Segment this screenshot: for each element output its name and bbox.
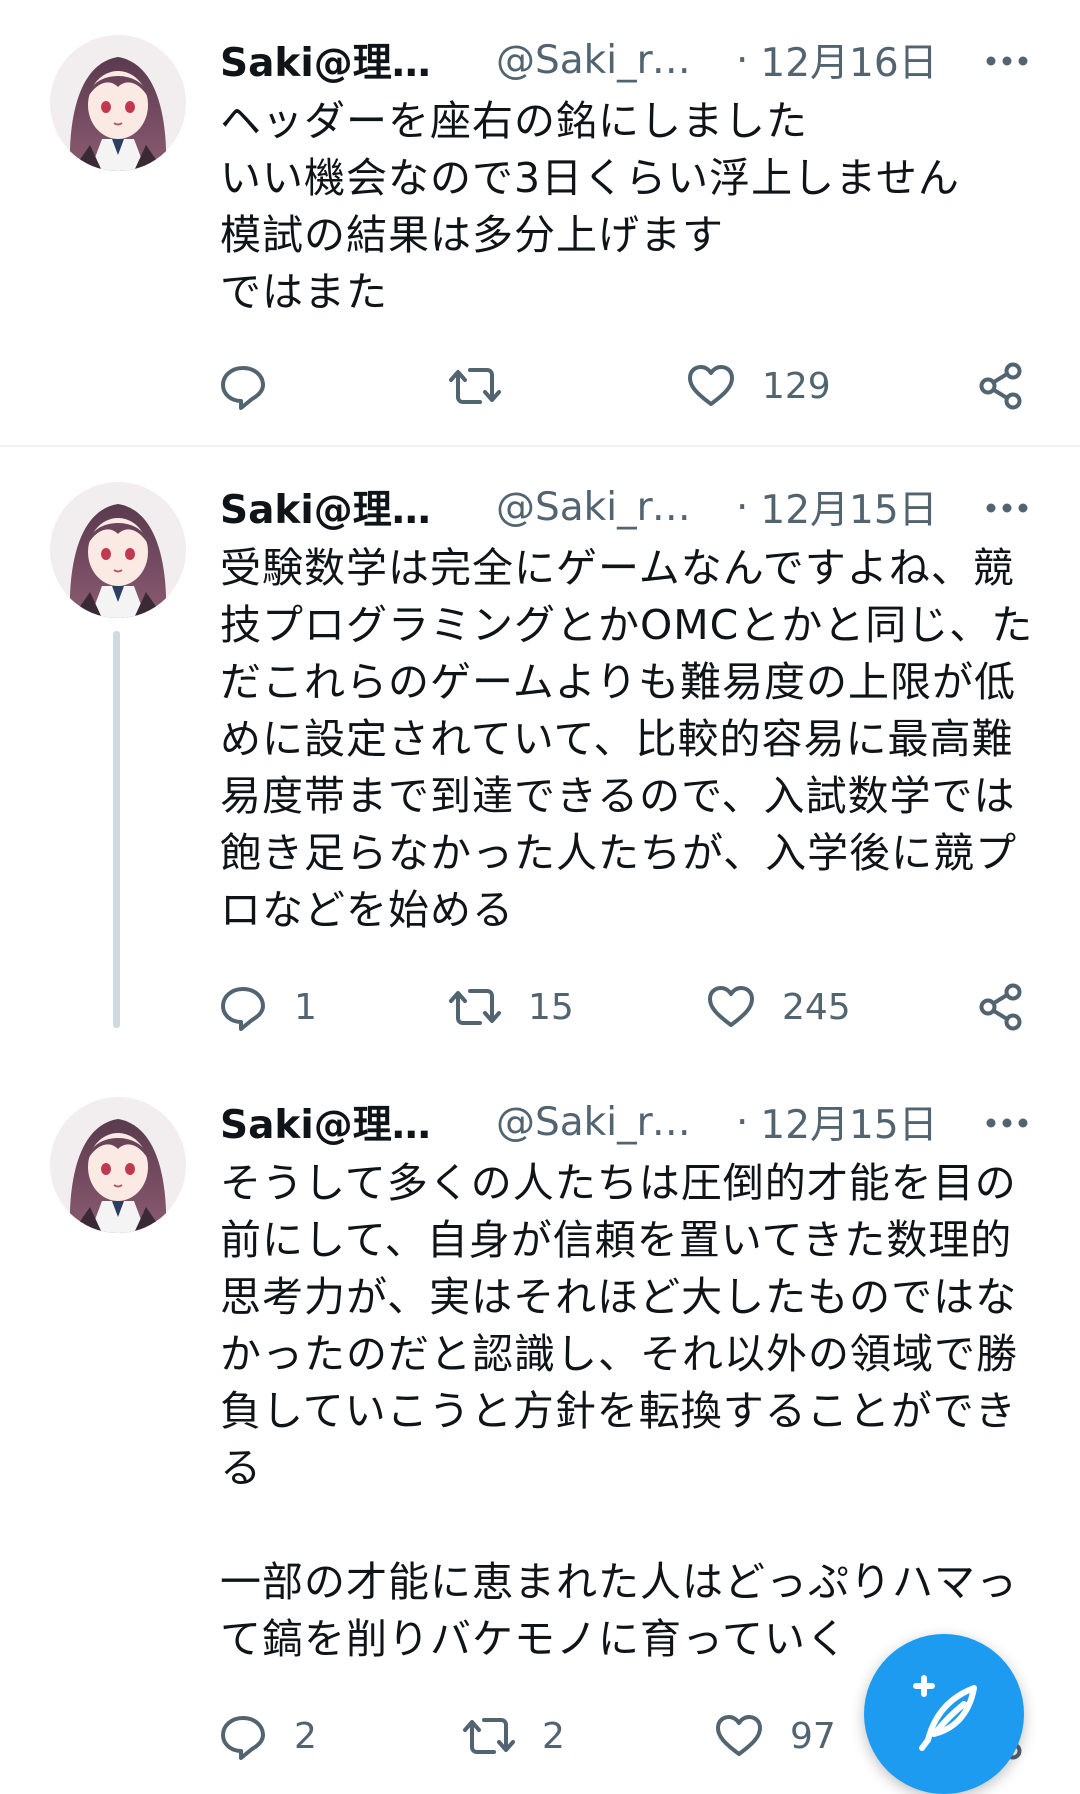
- retweet-icon: [448, 361, 502, 411]
- tweet-actions: 1 15 245: [218, 977, 1038, 1037]
- like-button[interactable]: 97: [714, 1706, 836, 1766]
- share-button[interactable]: [978, 977, 1024, 1037]
- tweet-text: ヘッダーを座右の銘にしました いい機会なので3日くらい浮上しません 模試の結果は…: [220, 97, 960, 316]
- reply-count: 2: [294, 1715, 317, 1757]
- tweet-text: そうして多くの人たちは圧倒的才能を目の 前にして、自身が信頼を置いてきた数理的 …: [220, 1159, 1018, 1663]
- compose-tweet-button[interactable]: [864, 1634, 1024, 1794]
- user-handle[interactable]: @Saki_re...: [496, 485, 710, 530]
- share-icon: [978, 983, 1024, 1031]
- reply-button[interactable]: 2: [218, 1706, 317, 1766]
- more-icon[interactable]: [984, 1108, 1030, 1138]
- user-handle[interactable]: @Saki_re...: [496, 38, 710, 83]
- retweet-icon: [462, 1711, 516, 1761]
- like-button[interactable]: 129: [686, 356, 831, 416]
- more-icon[interactable]: [984, 46, 1030, 76]
- retweet-count: 15: [528, 986, 574, 1028]
- like-button[interactable]: 245: [706, 977, 851, 1037]
- timeline: Saki@理三... @Saki_re... · 12月16日 ヘッダーを座右の…: [0, 0, 1080, 1777]
- display-name[interactable]: Saki@理三...: [220, 479, 456, 535]
- reply-icon: [218, 982, 268, 1032]
- tweet-header: Saki@理三... @Saki_re... · 12月15日: [220, 477, 938, 537]
- reply-button[interactable]: 1: [218, 977, 317, 1037]
- separator: ·: [736, 484, 749, 530]
- compose-tweet-icon: [902, 1670, 986, 1758]
- tweet-text: 受験数学は完全にゲームなんですよね、競 技プログラミングとかOMCとかと同じ、た…: [220, 544, 1034, 934]
- tweet-header: Saki@理三... @Saki_re... · 12月16日: [220, 30, 938, 90]
- more-icon[interactable]: [984, 493, 1030, 523]
- like-count: 245: [782, 986, 851, 1028]
- tweet-date[interactable]: 12月16日: [760, 32, 937, 88]
- user-handle[interactable]: @Saki_re...: [496, 1100, 710, 1145]
- avatar[interactable]: [50, 35, 186, 171]
- tweet-date[interactable]: 12月15日: [760, 479, 937, 535]
- retweet-count: 2: [542, 1715, 565, 1757]
- share-button[interactable]: [978, 356, 1024, 416]
- avatar[interactable]: [50, 1097, 186, 1233]
- retweet-button[interactable]: 2: [462, 1706, 565, 1766]
- tweet-actions: 129: [218, 356, 1038, 416]
- like-icon: [686, 361, 736, 411]
- tweet[interactable]: Saki@理三... @Saki_re... · 12月15日 受験数学は完全に…: [0, 447, 1080, 1057]
- display-name[interactable]: Saki@理三...: [220, 1094, 456, 1150]
- retweet-button[interactable]: [448, 356, 528, 416]
- retweet-icon: [448, 982, 502, 1032]
- like-icon: [714, 1711, 764, 1761]
- reply-icon: [218, 1711, 268, 1761]
- separator: ·: [736, 1099, 749, 1145]
- tweet-date[interactable]: 12月15日: [760, 1094, 937, 1150]
- tweet-header: Saki@理三... @Saki_re... · 12月15日: [220, 1092, 938, 1152]
- tweet[interactable]: Saki@理三... @Saki_re... · 12月16日 ヘッダーを座右の…: [0, 0, 1080, 446]
- reply-icon: [218, 361, 268, 411]
- avatar[interactable]: [50, 482, 186, 618]
- thread-line: [113, 631, 120, 1028]
- like-count: 129: [762, 365, 831, 407]
- display-name[interactable]: Saki@理三...: [220, 32, 456, 88]
- share-icon: [978, 362, 1024, 410]
- like-icon: [706, 982, 756, 1032]
- reply-button[interactable]: [218, 356, 294, 416]
- reply-count: 1: [294, 986, 317, 1028]
- separator: ·: [736, 37, 749, 83]
- retweet-button[interactable]: 15: [448, 977, 574, 1037]
- like-count: 97: [790, 1715, 836, 1757]
